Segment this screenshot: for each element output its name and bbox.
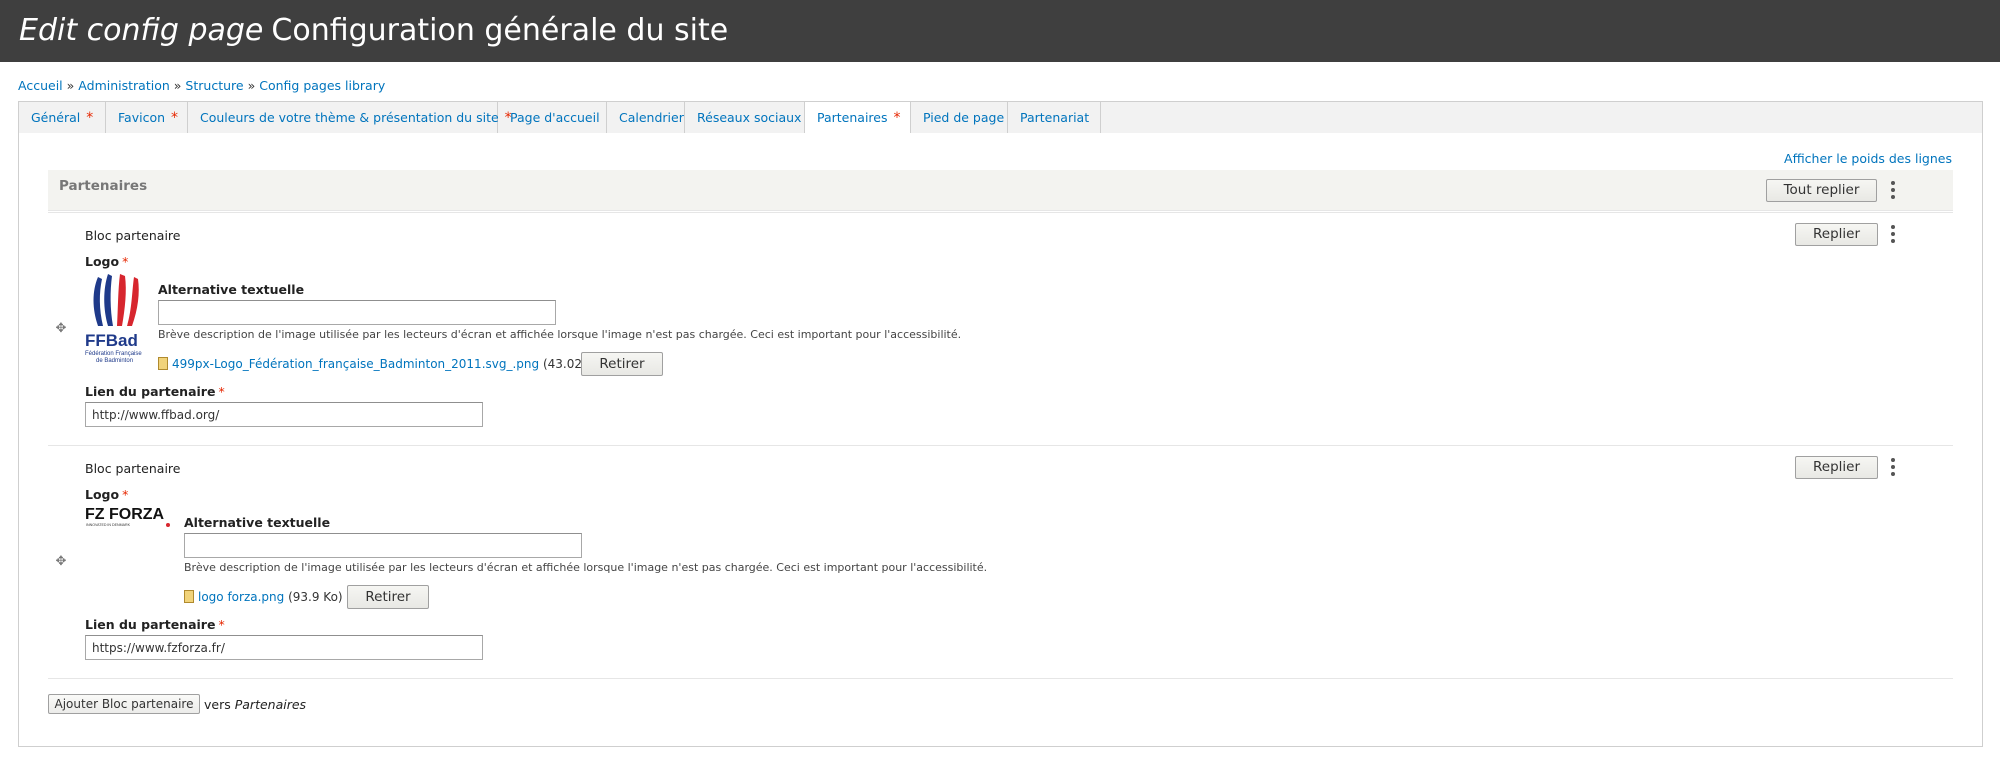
required-marker: * <box>171 110 179 126</box>
partner-link-input[interactable] <box>85 635 483 660</box>
logo-label: Logo * <box>85 254 128 269</box>
image-file-icon <box>184 590 194 603</box>
required-marker: * <box>122 254 129 269</box>
required-marker: * <box>218 617 225 632</box>
tab-pied-de-page[interactable]: Pied de page <box>911 102 1008 134</box>
section-actions-menu-icon[interactable] <box>1888 180 1898 200</box>
breadcrumb-home[interactable]: Accueil <box>18 78 63 93</box>
page-title-main: Configuration générale du site <box>271 13 729 48</box>
partner-link-label-text: Lien du partenaire <box>85 384 216 399</box>
logo-label-text: Logo <box>85 487 120 502</box>
breadcrumb-administration[interactable]: Administration <box>78 78 169 93</box>
collapse-all-button[interactable]: Tout replier <box>1766 179 1877 202</box>
page-title: Edit config page Configuration générale d… <box>19 13 728 48</box>
alt-text-label: Alternative textuelle <box>158 282 305 297</box>
ffbad-logo-subtitle-1: Fédération Française <box>85 351 142 357</box>
ffbad-logo-graphic: FFBad Fédération Française de Badminton <box>85 274 142 364</box>
block-actions-menu-icon[interactable] <box>1888 224 1898 244</box>
tab-favicon[interactable]: Favicon * <box>106 102 188 134</box>
add-target-name: Partenaires <box>234 697 307 712</box>
tab-partenaires[interactable]: Partenaires * <box>805 102 911 135</box>
section-label: Partenaires <box>59 178 148 194</box>
alt-text-input[interactable] <box>184 533 582 558</box>
breadcrumb-separator: » <box>66 78 75 93</box>
add-target-prefix: vers <box>204 697 231 712</box>
fzforza-logo-subtitle: INNOVATED IN DENMARK <box>86 523 131 527</box>
tab-label: Général <box>31 110 81 125</box>
row-divider <box>48 445 1953 446</box>
tab-label: Page d'accueil <box>510 110 600 125</box>
breadcrumb-separator: » <box>247 78 256 93</box>
fzforza-logo-graphic: FZ FORZA INNOVATED IN DENMARK <box>85 506 170 527</box>
partner-link-label: Lien du partenaire * <box>85 617 225 632</box>
row-divider <box>48 212 1953 213</box>
tab-couleurs[interactable]: Couleurs de votre thème & présentation d… <box>188 102 512 134</box>
tab-label: Réseaux sociaux <box>697 110 802 125</box>
block-title: Bloc partenaire <box>85 461 181 476</box>
remove-file-button[interactable]: Retirer <box>581 352 663 376</box>
breadcrumb-separator: » <box>173 78 182 93</box>
row-divider <box>48 678 1953 679</box>
tab-general[interactable]: Général * <box>19 102 106 134</box>
vertical-tabs-bar: Général * Favicon * Couleurs de votre thèm… <box>18 101 1983 135</box>
block-actions-menu-icon[interactable] <box>1888 457 1898 477</box>
file-link[interactable]: 499px-Logo_Fédération_française_Badminto… <box>172 357 539 371</box>
breadcrumb-config-pages-library[interactable]: Config pages library <box>259 78 385 93</box>
drag-handle-icon[interactable]: ✥ <box>54 322 68 336</box>
image-file-icon <box>158 357 168 370</box>
file-link[interactable]: logo forza.png <box>198 590 284 604</box>
breadcrumb-structure[interactable]: Structure <box>185 78 243 93</box>
tab-label: Pied de page <box>923 110 1005 125</box>
partner-link-label-text: Lien du partenaire <box>85 617 216 632</box>
tab-page-accueil[interactable]: Page d'accueil <box>498 102 607 134</box>
tab-calendrier[interactable]: Calendrier <box>607 102 685 134</box>
required-marker: * <box>218 384 225 399</box>
breadcrumb: Accueil» Administration» Structure» Config … <box>18 78 385 93</box>
alt-text-description: Brève description de l'image utilisée pa… <box>158 328 962 341</box>
tab-label: Partenariat <box>1020 110 1090 125</box>
tab-label: Favicon <box>118 110 166 125</box>
alt-text-label: Alternative textuelle <box>184 515 331 530</box>
alt-text-description: Brève description de l'image utilisée pa… <box>184 561 988 574</box>
block-title: Bloc partenaire <box>85 228 181 243</box>
alt-text-input[interactable] <box>158 300 556 325</box>
show-row-weights-link[interactable]: Afficher le poids des lignes <box>1784 151 1952 166</box>
required-marker: * <box>122 487 129 502</box>
add-target-text: vers Partenaires <box>204 697 306 712</box>
fzforza-logo-text: FZ FORZA <box>85 506 165 523</box>
page-header: Edit config page Configuration générale d… <box>0 0 2000 62</box>
tab-reseaux-sociaux[interactable]: Réseaux sociaux <box>685 102 805 134</box>
required-marker: * <box>893 110 901 126</box>
paragraphs-table-header: Partenaires <box>48 170 1953 211</box>
page-title-italic: Edit config page <box>19 13 264 48</box>
add-partner-block-button[interactable]: Ajouter Bloc partenaire <box>48 694 200 714</box>
ffbad-logo-text: FFBad <box>85 331 138 350</box>
ffbad-logo-subtitle-2: de Badminton <box>96 358 133 364</box>
file-info: 499px-Logo_Fédération_française_Badminto… <box>158 357 605 371</box>
collapse-block-button[interactable]: Replier <box>1795 456 1878 479</box>
logo-label-text: Logo <box>85 254 120 269</box>
file-info: logo forza.png (93.9 Ko) <box>184 590 343 604</box>
file-size: (93.9 Ko) <box>288 590 343 604</box>
collapse-block-button[interactable]: Replier <box>1795 223 1878 246</box>
ffbad-logo-image: FFBad Fédération Française de Badminton <box>84 271 150 365</box>
remove-file-button[interactable]: Retirer <box>347 585 429 609</box>
tab-label: Partenaires <box>817 110 888 125</box>
partner-link-input[interactable] <box>85 402 483 427</box>
drag-handle-icon[interactable]: ✥ <box>54 555 68 569</box>
tab-label: Couleurs de votre thème & présentation d… <box>200 110 499 125</box>
required-marker: * <box>86 110 94 126</box>
partner-link-label: Lien du partenaire * <box>85 384 225 399</box>
logo-label: Logo * <box>85 487 128 502</box>
fzforza-logo-image: FZ FORZA INNOVATED IN DENMARK <box>85 505 175 529</box>
tab-partenariat[interactable]: Partenariat <box>1008 102 1101 134</box>
tab-label: Calendrier <box>619 110 684 125</box>
